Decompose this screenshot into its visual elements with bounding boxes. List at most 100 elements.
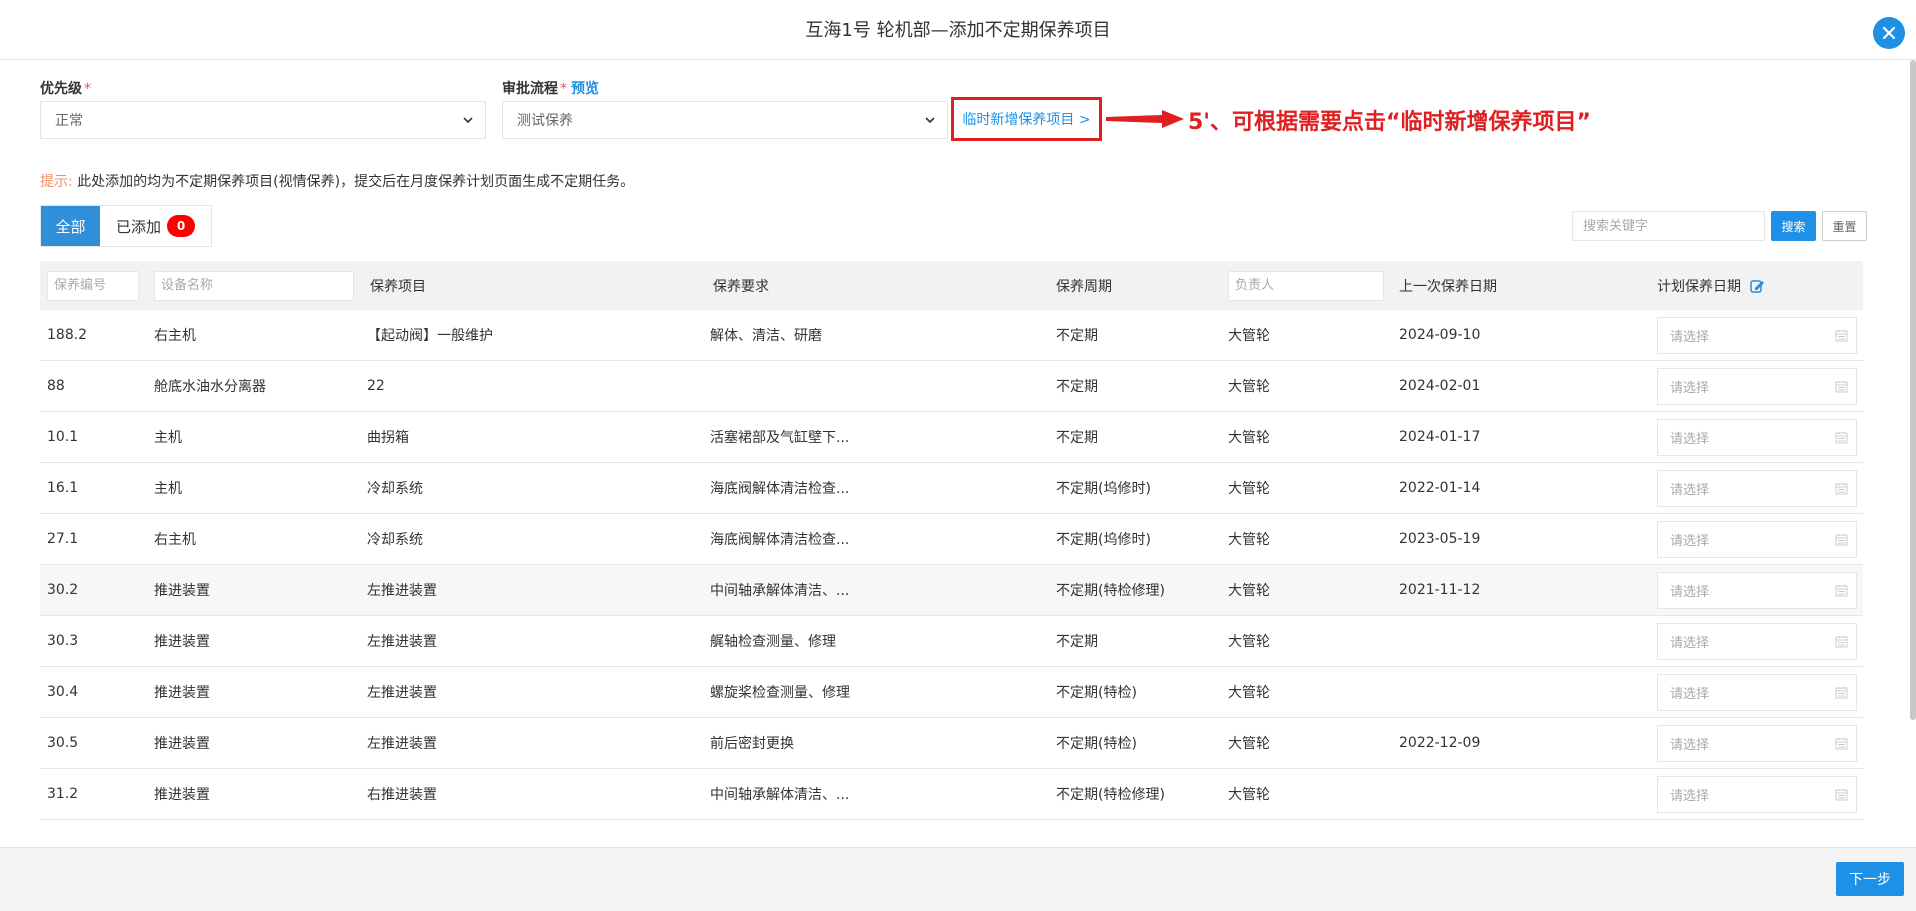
- added-count-badge: 0: [167, 215, 196, 237]
- cell-owner: 大管轮: [1228, 328, 1270, 344]
- cell-last-date: 2024-02-01: [1399, 378, 1481, 394]
- approval-select[interactable]: 测试保养: [502, 101, 948, 139]
- cell-owner: 大管轮: [1228, 634, 1270, 650]
- cell-cycle: 不定期(特检): [1056, 736, 1137, 752]
- scrollbar[interactable]: [1910, 60, 1916, 720]
- table-row: 30.4 推进装置 左推进装置 螺旋桨检查测量、修理 不定期(特检) 大管轮 请选择: [40, 667, 1863, 718]
- cell-requirement: 海底阀解体清洁检查...: [710, 532, 850, 548]
- reset-button[interactable]: 重置: [1822, 211, 1867, 241]
- table-row: 30.3 推进装置 左推进装置 艉轴检查测量、修理 不定期 大管轮 请选择: [40, 616, 1863, 667]
- arrow-right-icon: [1106, 110, 1184, 128]
- cell-device: 推进装置: [154, 583, 210, 599]
- filter-tabs: 全部 已添加 0: [40, 205, 213, 247]
- plan-date-picker[interactable]: 请选择: [1657, 470, 1857, 507]
- cell-device: 舱底水油水分离器: [154, 379, 266, 395]
- cell-code: 16.1: [47, 480, 79, 496]
- cell-cycle: 不定期(坞修时): [1056, 481, 1151, 497]
- owner-filter-input[interactable]: [1228, 270, 1384, 301]
- calendar-icon: [1835, 432, 1848, 444]
- plan-date-picker[interactable]: 请选择: [1657, 368, 1857, 405]
- calendar-icon: [1835, 534, 1848, 546]
- calendar-icon: [1835, 483, 1848, 495]
- plan-date-picker[interactable]: 请选择: [1657, 419, 1857, 456]
- plan-date-picker[interactable]: 请选择: [1657, 317, 1857, 354]
- preview-link[interactable]: 预览: [571, 81, 599, 97]
- th-plan-date-label: 计划保养日期: [1657, 278, 1741, 295]
- plan-date-picker[interactable]: 请选择: [1657, 521, 1857, 558]
- table-row: 10.1 主机 曲拐箱 活塞裙部及气缸壁下... 不定期 大管轮 2024-01-17 请选择: [40, 412, 1863, 463]
- cell-item: 曲拐箱: [367, 430, 409, 446]
- calendar-icon: [1835, 738, 1848, 750]
- cell-owner: 大管轮: [1228, 379, 1270, 395]
- cell-last-date: 2022-01-14: [1399, 480, 1481, 496]
- search-button[interactable]: 搜索: [1771, 211, 1816, 241]
- plan-date-placeholder: 请选择: [1670, 381, 1710, 396]
- cell-device: 推进装置: [154, 685, 210, 701]
- cell-device: 右主机: [154, 328, 196, 344]
- code-filter-input[interactable]: [47, 270, 139, 301]
- dialog-title: 互海1号 轮机部—添加不定期保养项目: [805, 20, 1111, 41]
- table-row: 88 舱底水油水分离器 22 不定期 大管轮 2024-02-01 请选择: [40, 361, 1863, 412]
- cell-code: 30.4: [47, 684, 79, 700]
- plan-date-picker[interactable]: 请选择: [1657, 572, 1857, 609]
- close-button[interactable]: [1873, 17, 1905, 49]
- chevron-down-icon: [925, 117, 935, 124]
- plan-date-picker[interactable]: 请选择: [1657, 776, 1857, 813]
- cell-requirement: 海底阀解体清洁检查...: [710, 481, 850, 497]
- temp-add-item-link[interactable]: 临时新增保养项目 >: [951, 97, 1102, 141]
- th-plan-date: 计划保养日期: [1657, 261, 1765, 310]
- table-row: 188.2 右主机 【起动阀】一般维护 解体、清洁、研磨 不定期 大管轮 2024-09-1…: [40, 310, 1863, 361]
- cell-cycle: 不定期: [1056, 430, 1098, 446]
- cell-item: 左推进装置: [367, 736, 437, 752]
- cell-requirement: 解体、清洁、研磨: [710, 328, 822, 344]
- plan-date-picker[interactable]: 请选择: [1657, 623, 1857, 660]
- cell-device: 推进装置: [154, 634, 210, 650]
- th-requirement: 保养要求: [713, 278, 769, 295]
- plan-date-placeholder: 请选择: [1670, 483, 1710, 498]
- device-filter-input[interactable]: [154, 270, 354, 301]
- keyword-search-input[interactable]: [1572, 211, 1765, 241]
- cell-owner: 大管轮: [1228, 583, 1270, 599]
- th-owner: [1228, 261, 1384, 310]
- cell-owner: 大管轮: [1228, 787, 1270, 803]
- hint-label: 提示:: [40, 174, 73, 190]
- cell-requirement: 中间轴承解体清洁、...: [710, 787, 850, 803]
- cell-device: 右主机: [154, 532, 196, 548]
- cell-device: 主机: [154, 481, 182, 497]
- th-code: [47, 261, 139, 310]
- plan-date-picker[interactable]: 请选择: [1657, 674, 1857, 711]
- tab-added-label: 已添加: [116, 217, 162, 236]
- cell-requirement: 前后密封更换: [710, 736, 794, 752]
- table-row: 16.1 主机 冷却系统 海底阀解体清洁检查... 不定期(坞修时) 大管轮 2022-01…: [40, 463, 1863, 514]
- cell-cycle: 不定期: [1056, 634, 1098, 650]
- plan-date-placeholder: 请选择: [1670, 585, 1710, 600]
- priority-select[interactable]: 正常: [40, 101, 486, 139]
- plan-date-placeholder: 请选择: [1670, 330, 1710, 345]
- table-row: 30.2 推进装置 左推进装置 中间轴承解体清洁、... 不定期(特检修理) 大管轮 202…: [40, 565, 1863, 616]
- cell-cycle: 不定期(特检修理): [1056, 787, 1165, 803]
- cell-device: 推进装置: [154, 736, 210, 752]
- priority-value: 正常: [55, 113, 83, 129]
- table-row: 31.2 推进装置 右推进装置 中间轴承解体清洁、... 不定期(特检修理) 大管轮 请选择: [40, 769, 1863, 820]
- close-icon: [1882, 26, 1896, 40]
- cell-requirement: 中间轴承解体清洁、...: [710, 583, 850, 599]
- plan-date-picker[interactable]: 请选择: [1657, 725, 1857, 762]
- cell-last-date: 2023-05-19: [1399, 531, 1481, 547]
- cell-owner: 大管轮: [1228, 736, 1270, 752]
- plan-date-placeholder: 请选择: [1670, 636, 1710, 651]
- cell-item: 左推进装置: [367, 685, 437, 701]
- next-step-button[interactable]: 下一步: [1836, 862, 1904, 896]
- tab-all[interactable]: 全部: [41, 206, 100, 246]
- calendar-icon: [1835, 585, 1848, 597]
- cell-cycle: 不定期(特检修理): [1056, 583, 1165, 599]
- cell-item: 22: [367, 378, 385, 394]
- cell-owner: 大管轮: [1228, 430, 1270, 446]
- plan-date-placeholder: 请选择: [1670, 789, 1710, 804]
- approval-label: 审批流程 * 预览: [502, 81, 599, 97]
- plan-date-placeholder: 请选择: [1670, 687, 1710, 702]
- calendar-icon: [1835, 789, 1848, 801]
- edit-icon[interactable]: [1749, 278, 1765, 294]
- tab-added[interactable]: 已添加 0: [100, 206, 211, 246]
- cell-item: 右推进装置: [367, 787, 437, 803]
- cell-cycle: 不定期(特检): [1056, 685, 1137, 701]
